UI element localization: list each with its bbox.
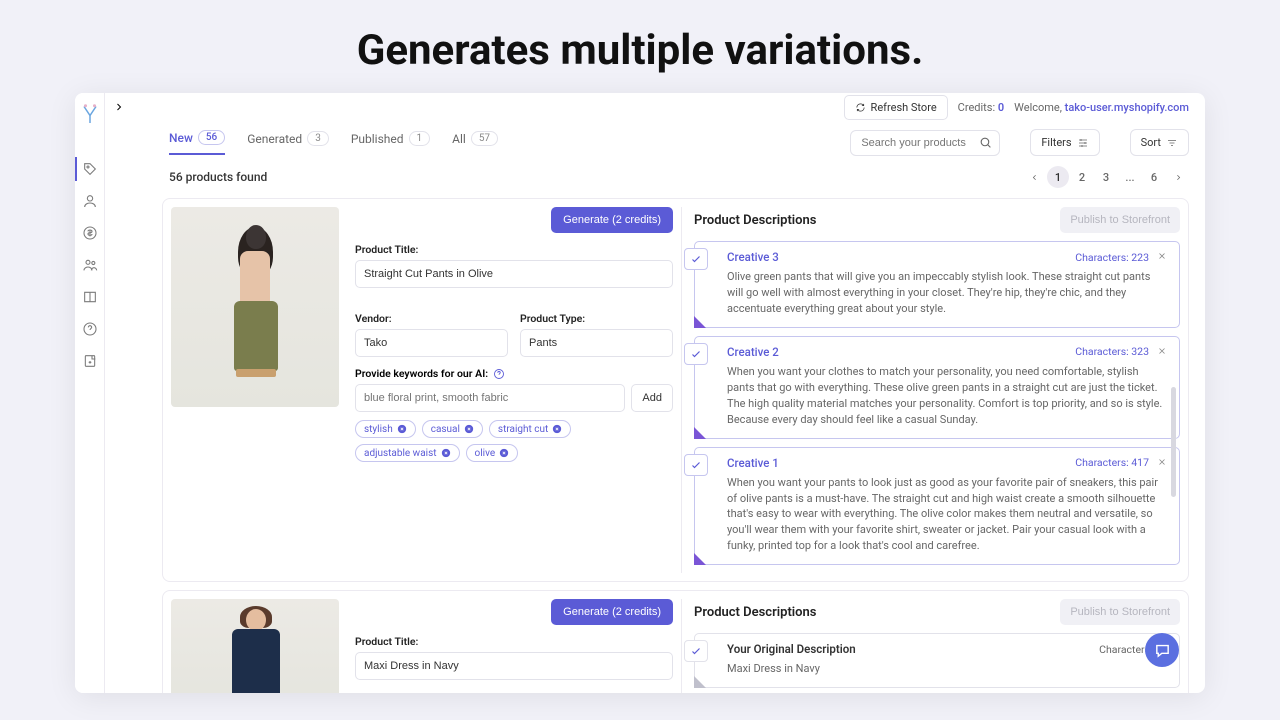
app-logo	[81, 103, 99, 125]
nav-dollar-icon[interactable]	[82, 225, 98, 241]
refresh-store-button[interactable]: Refresh Store	[844, 95, 948, 120]
description-text: Maxi Dress in Navy	[727, 661, 1167, 677]
check-icon	[690, 459, 702, 471]
store-link[interactable]: tako-user.myshopify.com	[1065, 101, 1189, 114]
main-panel: Refresh Store Credits: 0 Welcome, tako-u…	[105, 93, 1205, 693]
close-icon	[397, 424, 407, 434]
product-image	[171, 599, 339, 693]
description-text: When you want your pants to look just as…	[727, 475, 1167, 555]
tag-item[interactable]: olive	[466, 444, 519, 462]
sliders-icon	[1077, 137, 1089, 149]
welcome-text: Welcome, tako-user.myshopify.com	[1014, 101, 1189, 114]
product-card: Generate (2 credits) Product Title: Vend…	[162, 198, 1189, 582]
dismiss-icon[interactable]	[1157, 250, 1167, 264]
nav-help-icon[interactable]	[82, 321, 98, 337]
search-input[interactable]	[850, 130, 1000, 156]
filters-button[interactable]: Filters	[1030, 129, 1099, 156]
tag-item[interactable]: straight cut	[489, 420, 571, 438]
publish-button: Publish to Storefront	[1060, 207, 1180, 233]
descriptions-heading: Product Descriptions	[694, 605, 817, 620]
sidebar	[75, 93, 105, 693]
page-prev[interactable]	[1023, 166, 1045, 188]
select-description[interactable]	[684, 640, 708, 662]
product-title-label: Product Title:	[355, 243, 673, 256]
publish-button: Publish to Storefront	[1060, 599, 1180, 625]
pagination: 1 2 3 ... 6	[1023, 166, 1189, 188]
sort-icon	[1166, 137, 1178, 149]
products-found: 56 products found	[169, 170, 267, 184]
tab-bar: New56 Generated3 Published1 All57 Filter…	[105, 121, 1205, 156]
generate-button[interactable]: Generate (2 credits)	[551, 599, 673, 625]
description-card[interactable]: Creative 3Characters: 223 Olive green pa…	[694, 241, 1180, 328]
chat-widget[interactable]	[1145, 633, 1179, 667]
select-description[interactable]	[684, 343, 708, 365]
check-icon	[690, 253, 702, 265]
description-card[interactable]: Creative 1Characters: 417 When you want …	[694, 447, 1180, 566]
close-icon	[499, 448, 509, 458]
page-2[interactable]: 2	[1071, 166, 1093, 188]
check-icon	[690, 348, 702, 360]
dismiss-icon[interactable]	[1157, 456, 1167, 470]
descriptions-heading: Product Descriptions	[694, 213, 817, 228]
app-window: Refresh Store Credits: 0 Welcome, tako-u…	[75, 93, 1205, 693]
product-title-input[interactable]	[355, 260, 673, 288]
hero-headline: Generates multiple variations.	[0, 0, 1280, 93]
add-keyword-button[interactable]: Add	[631, 384, 673, 412]
keywords-input[interactable]	[355, 384, 625, 412]
nav-tag-icon[interactable]	[82, 161, 98, 177]
sort-button[interactable]: Sort	[1130, 129, 1189, 156]
page-next[interactable]	[1167, 166, 1189, 188]
tab-all[interactable]: All57	[452, 131, 498, 154]
product-card: Generate (2 credits) Product Title: Vend…	[162, 590, 1189, 693]
vendor-label: Vendor:	[355, 312, 508, 325]
nav-new-doc-icon[interactable]	[82, 353, 98, 369]
select-description[interactable]	[684, 454, 708, 476]
refresh-label: Refresh Store	[871, 101, 937, 114]
topbar: Refresh Store Credits: 0 Welcome, tako-u…	[105, 93, 1205, 121]
product-title-label: Product Title:	[355, 635, 673, 648]
nav-book-icon[interactable]	[82, 289, 98, 305]
product-title-input[interactable]	[355, 652, 673, 680]
nav-user-icon[interactable]	[82, 193, 98, 209]
description-text: Olive green pants that will give you an …	[727, 269, 1167, 317]
close-icon	[441, 448, 451, 458]
page-1[interactable]: 1	[1047, 166, 1069, 188]
tab-generated[interactable]: Generated3	[247, 131, 329, 154]
sidebar-expand-icon[interactable]	[113, 101, 125, 113]
tag-item[interactable]: adjustable waist	[355, 444, 460, 462]
keywords-label: Provide keywords for our AI:	[355, 367, 488, 380]
vendor-input[interactable]	[355, 329, 508, 357]
tab-published[interactable]: Published1	[351, 131, 430, 154]
select-description[interactable]	[684, 248, 708, 270]
close-icon	[464, 424, 474, 434]
description-text: When you want your clothes to match your…	[727, 364, 1167, 428]
product-type-label: Product Type:	[520, 312, 673, 325]
search-icon	[979, 136, 992, 149]
help-icon[interactable]	[493, 368, 505, 380]
content-area: Generate (2 credits) Product Title: Vend…	[105, 192, 1205, 693]
generate-button[interactable]: Generate (2 credits)	[551, 207, 673, 233]
chat-icon	[1154, 642, 1171, 659]
product-image	[171, 207, 339, 407]
tab-new[interactable]: New56	[169, 130, 225, 155]
check-icon	[690, 645, 702, 657]
page-6[interactable]: 6	[1143, 166, 1165, 188]
description-card[interactable]: Creative 2Characters: 323 When you want …	[694, 336, 1180, 439]
search-wrap	[850, 130, 1000, 156]
subbar: 56 products found 1 2 3 ... 6	[105, 156, 1205, 192]
description-card[interactable]: Your Original DescriptionCharacters: 18 …	[694, 633, 1180, 688]
scrollbar[interactable]	[1171, 387, 1176, 497]
nav-group-icon[interactable]	[82, 257, 98, 273]
credits: Credits: 0	[958, 101, 1004, 114]
refresh-icon	[855, 102, 866, 113]
close-icon	[552, 424, 562, 434]
page-3[interactable]: 3	[1095, 166, 1117, 188]
page-ellipsis: ...	[1119, 166, 1141, 188]
keyword-tags: stylish casual straight cut adjustable w…	[355, 420, 673, 462]
dismiss-icon[interactable]	[1157, 345, 1167, 359]
tag-item[interactable]: stylish	[355, 420, 416, 438]
tag-item[interactable]: casual	[422, 420, 483, 438]
product-type-input[interactable]	[520, 329, 673, 357]
